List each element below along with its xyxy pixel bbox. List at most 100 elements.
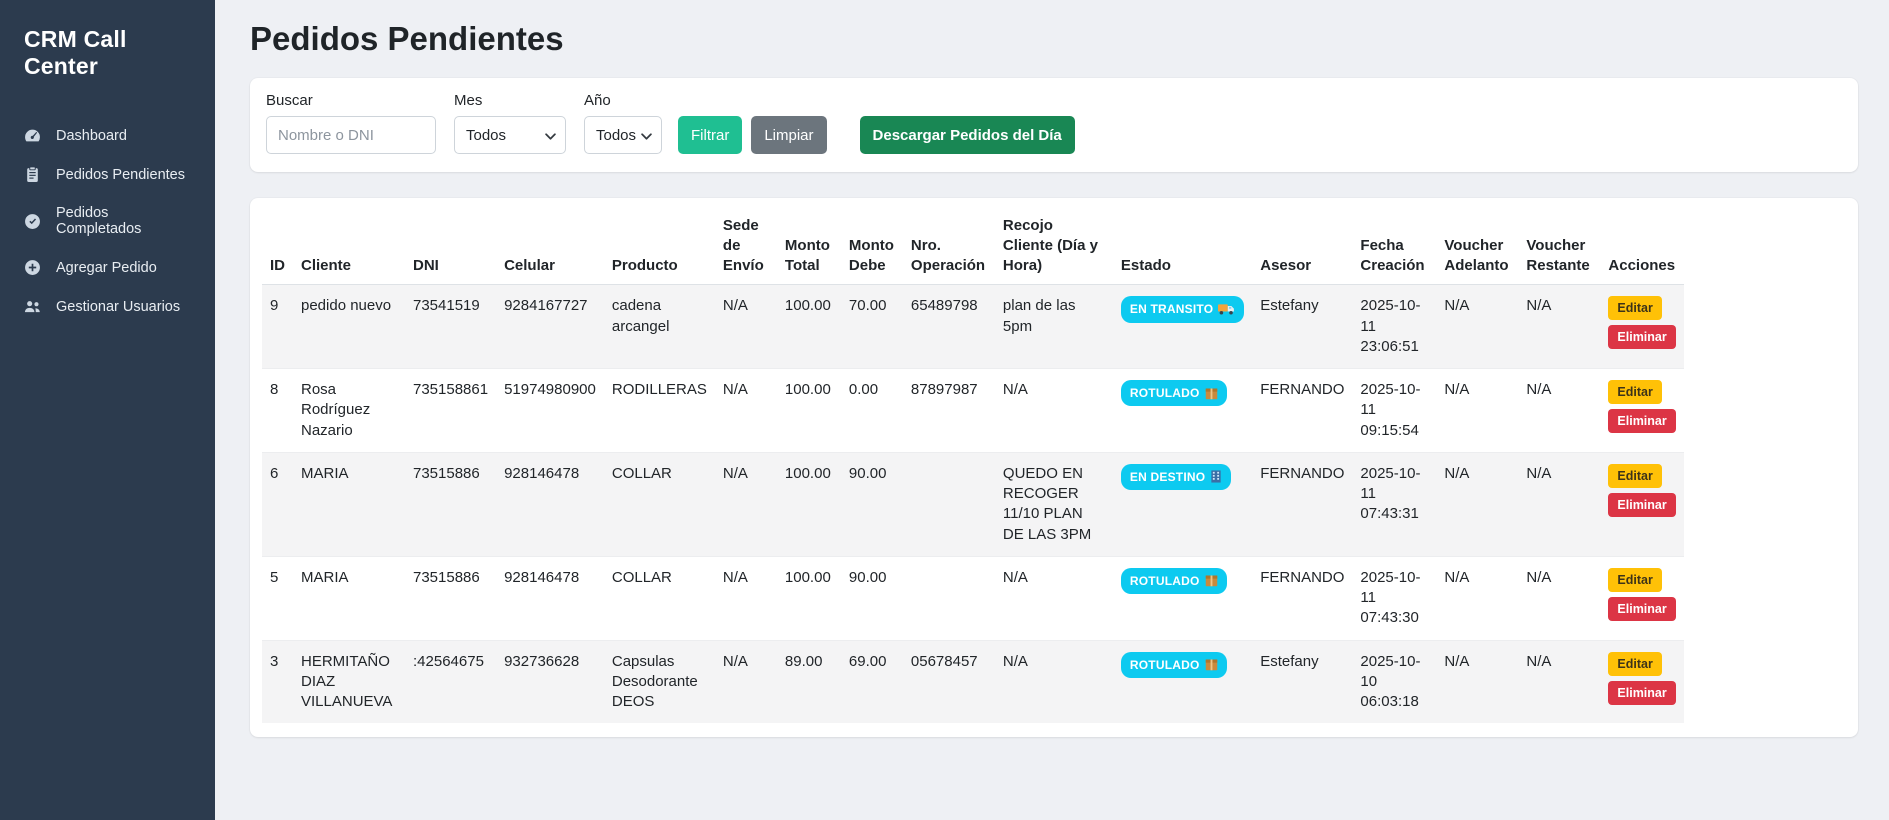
cell-estado: EN TRANSITO	[1113, 285, 1252, 369]
cell-asesor: Estefany	[1252, 640, 1352, 723]
cell-estado: ROTULADO	[1113, 640, 1252, 723]
users-icon	[24, 298, 41, 315]
column-header-recojo-cliente: Recojo Cliente (Día y Hora)	[995, 208, 1113, 285]
column-header-voucher-restante: Voucher Restante	[1518, 208, 1600, 285]
filter-buttons: Filtrar Limpiar Descargar Pedidos del Dí…	[678, 116, 1075, 154]
status-badge: ROTULADO	[1121, 652, 1227, 678]
column-header-nro-operacion: Nro. Operación	[903, 208, 995, 285]
package-icon	[1205, 574, 1218, 587]
column-header-dni: DNI	[405, 208, 496, 285]
column-header-celular: Celular	[496, 208, 604, 285]
status-badge-label: EN DESTINO	[1130, 469, 1205, 485]
cell-nro-operacion: 65489798	[903, 285, 995, 369]
search-label: Buscar	[266, 92, 436, 109]
cell-sede-envio: N/A	[715, 285, 777, 369]
cell-id: 3	[262, 640, 293, 723]
cell-cliente: pedido nuevo	[293, 285, 405, 369]
page-title: Pedidos Pendientes	[250, 20, 1858, 58]
cell-id: 6	[262, 452, 293, 556]
download-orders-button[interactable]: Descargar Pedidos del Día	[860, 116, 1075, 154]
app-title: CRM Call Center	[0, 20, 215, 90]
sidebar-item-label: Pedidos Pendientes	[56, 167, 185, 183]
status-badge: ROTULADO	[1121, 568, 1227, 594]
edit-button[interactable]: Editar	[1608, 568, 1661, 592]
edit-button[interactable]: Editar	[1608, 652, 1661, 676]
chevron-down-icon	[545, 133, 556, 140]
cell-sede-envio: N/A	[715, 369, 777, 453]
year-select[interactable]: Todos	[584, 116, 662, 154]
cell-monto-debe: 0.00	[841, 369, 903, 453]
status-badge: EN DESTINO	[1121, 464, 1231, 490]
orders-table-card: ID Cliente DNI Celular Producto Sede de …	[250, 198, 1858, 737]
cell-recojo-cliente: N/A	[995, 640, 1113, 723]
cell-voucher-restante: N/A	[1518, 285, 1600, 369]
sidebar-item-label: Gestionar Usuarios	[56, 299, 180, 315]
cell-dni: 735158861	[405, 369, 496, 453]
cell-celular: 9284167727	[496, 285, 604, 369]
edit-button[interactable]: Editar	[1608, 296, 1661, 320]
package-icon	[1205, 658, 1218, 671]
truck-icon	[1218, 303, 1235, 315]
cell-id: 5	[262, 556, 293, 640]
column-header-estado: Estado	[1113, 208, 1252, 285]
cell-fecha-creacion: 2025-10-11 07:43:31	[1352, 452, 1436, 556]
orders-table: ID Cliente DNI Celular Producto Sede de …	[262, 208, 1684, 723]
cell-monto-total: 100.00	[777, 285, 841, 369]
cell-monto-total: 100.00	[777, 452, 841, 556]
status-badge-label: ROTULADO	[1130, 573, 1200, 589]
sidebar-item-agregar-pedido[interactable]: Agregar Pedido	[0, 248, 215, 287]
year-label: Año	[584, 92, 662, 109]
delete-button[interactable]: Eliminar	[1608, 597, 1675, 621]
cell-producto: COLLAR	[604, 452, 715, 556]
delete-button[interactable]: Eliminar	[1608, 325, 1675, 349]
delete-button[interactable]: Eliminar	[1608, 493, 1675, 517]
status-badge: EN TRANSITO	[1121, 296, 1244, 322]
cell-monto-total: 89.00	[777, 640, 841, 723]
building-icon	[1210, 470, 1222, 483]
cell-estado: ROTULADO	[1113, 369, 1252, 453]
edit-button[interactable]: Editar	[1608, 380, 1661, 404]
cell-estado: ROTULADO	[1113, 556, 1252, 640]
cell-producto: cadena arcangel	[604, 285, 715, 369]
cell-asesor: FERNANDO	[1252, 556, 1352, 640]
sidebar-item-gestionar-usuarios[interactable]: Gestionar Usuarios	[0, 287, 215, 326]
cell-fecha-creacion: 2025-10-11 07:43:30	[1352, 556, 1436, 640]
table-row: 5 MARIA 73515886 928146478 COLLAR N/A 10…	[262, 556, 1684, 640]
column-header-fecha-creacion: Fecha Creación	[1352, 208, 1436, 285]
month-select[interactable]: Todos	[454, 116, 566, 154]
sidebar-item-label: Dashboard	[56, 128, 127, 144]
column-header-acciones: Acciones	[1600, 208, 1683, 285]
table-row: 8 Rosa Rodríguez Nazario 735158861 51974…	[262, 369, 1684, 453]
cell-asesor: Estefany	[1252, 285, 1352, 369]
column-header-cliente: Cliente	[293, 208, 405, 285]
sidebar-item-pedidos-completados[interactable]: Pedidos Completados	[0, 194, 215, 248]
sidebar-item-pedidos-pendientes[interactable]: Pedidos Pendientes	[0, 155, 215, 194]
cell-id: 8	[262, 369, 293, 453]
table-header-row: ID Cliente DNI Celular Producto Sede de …	[262, 208, 1684, 285]
cell-cliente: MARIA	[293, 556, 405, 640]
clear-button[interactable]: Limpiar	[751, 116, 826, 154]
cell-estado: EN DESTINO	[1113, 452, 1252, 556]
cell-nro-operacion: 87897987	[903, 369, 995, 453]
cell-voucher-restante: N/A	[1518, 369, 1600, 453]
delete-button[interactable]: Eliminar	[1608, 409, 1675, 433]
cell-voucher-restante: N/A	[1518, 640, 1600, 723]
filter-button[interactable]: Filtrar	[678, 116, 742, 154]
sidebar-item-dashboard[interactable]: Dashboard	[0, 116, 215, 155]
cell-recojo-cliente: plan de las 5pm	[995, 285, 1113, 369]
cell-producto: Capsulas Desodorante DEOS	[604, 640, 715, 723]
delete-button[interactable]: Eliminar	[1608, 681, 1675, 705]
column-header-sede-envio: Sede de Envío	[715, 208, 777, 285]
status-badge: ROTULADO	[1121, 380, 1227, 406]
table-row: 3 HERMITAÑO DIAZ VILLANUEVA :42564675 93…	[262, 640, 1684, 723]
cell-monto-debe: 90.00	[841, 452, 903, 556]
search-input[interactable]	[266, 116, 436, 154]
edit-button[interactable]: Editar	[1608, 464, 1661, 488]
cell-voucher-adelanto: N/A	[1436, 556, 1518, 640]
status-badge-label: ROTULADO	[1130, 657, 1200, 673]
search-filter-group: Buscar	[266, 92, 436, 154]
cell-acciones: Editar Eliminar	[1600, 556, 1683, 640]
cell-monto-total: 100.00	[777, 556, 841, 640]
cell-monto-debe: 70.00	[841, 285, 903, 369]
sidebar: CRM Call Center Dashboard Pedidos Pendie…	[0, 0, 215, 820]
